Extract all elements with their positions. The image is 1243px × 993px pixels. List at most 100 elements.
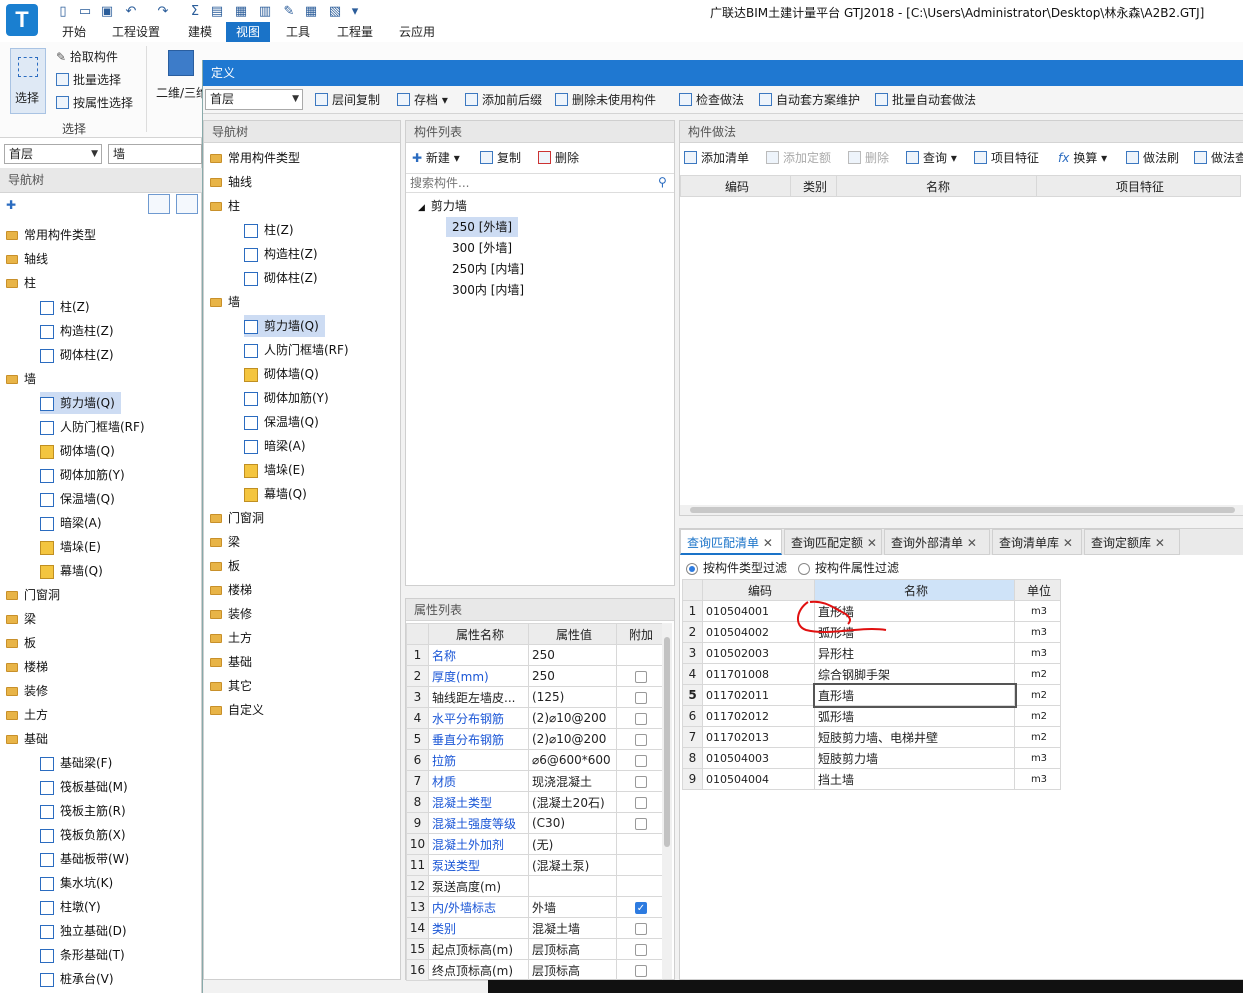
tree-folder[interactable]: 装修	[6, 680, 48, 702]
list-view-icon[interactable]	[148, 194, 170, 214]
undo-icon[interactable]: ↶	[122, 3, 140, 21]
tree-item[interactable]: 人防门框墙(RF)	[244, 339, 349, 361]
floor-select[interactable]: 首层 ▼	[4, 144, 102, 164]
component-item[interactable]: 250 [外墙]	[446, 217, 519, 237]
tree-folder[interactable]: 土方	[6, 704, 48, 726]
checkbox[interactable]	[635, 817, 647, 830]
tree-folder[interactable]: 基础	[210, 651, 252, 673]
checkbox[interactable]	[635, 670, 647, 683]
checkbox[interactable]	[635, 964, 647, 977]
property-row[interactable]: 6 拉筋 ⌀6@600*600	[406, 749, 663, 771]
property-value[interactable]: 外墙	[528, 896, 617, 918]
property-value[interactable]	[528, 875, 617, 897]
menu-view[interactable]: 视图	[226, 22, 270, 42]
check-method-button[interactable]: 检查做法	[679, 91, 744, 109]
checkbox[interactable]	[635, 922, 647, 935]
search-icon[interactable]: ⚲	[658, 175, 667, 189]
auto-scheme-button[interactable]: 自动套方案维护	[759, 91, 860, 109]
checkbox[interactable]	[635, 796, 647, 809]
property-value[interactable]: 现浇混凝土	[528, 770, 617, 792]
view-2d3d-button[interactable]: 二维/三维	[156, 84, 208, 101]
method-query-button[interactable]: 做法查	[1194, 149, 1243, 167]
tree-item[interactable]: 砌体加筋(Y)	[40, 464, 125, 486]
query-tab[interactable]: 查询外部清单 ✕	[884, 529, 990, 555]
calc-icon[interactable]: ▥	[256, 3, 274, 21]
tree-item[interactable]: 墙垛(E)	[244, 459, 305, 481]
add-icon[interactable]: ✚	[6, 198, 16, 212]
property-value[interactable]: (无)	[528, 833, 617, 855]
tree-item[interactable]: 基础梁(F)	[40, 752, 112, 774]
component-item[interactable]: 300内 [内墙]	[446, 280, 530, 300]
component-group[interactable]: ◢ 剪力墙	[418, 195, 467, 217]
tree-folder[interactable]: 门窗洞	[210, 507, 264, 529]
item-feature-button[interactable]: 项目特征	[974, 149, 1039, 167]
query-row[interactable]: 8 010504003 短肢剪力墙 m3	[682, 747, 1061, 769]
tree-item[interactable]: 筏板主筋(R)	[40, 800, 126, 822]
property-row[interactable]: 3 轴线距左墙皮... (125)	[406, 686, 663, 708]
property-value[interactable]: (2)⌀10@200	[528, 728, 617, 750]
property-row[interactable]: 7 材质 现浇混凝土	[406, 770, 663, 792]
property-value[interactable]: (125)	[528, 686, 617, 708]
delete-component-button[interactable]: 删除	[538, 149, 579, 167]
tree-item[interactable]: 人防门框墙(RF)	[40, 416, 145, 438]
property-value[interactable]: (混凝土泵)	[528, 854, 617, 876]
query-tab[interactable]: 查询匹配清单 ✕	[680, 529, 782, 555]
query-tab[interactable]: 查询清单库 ✕	[992, 529, 1082, 555]
tree-item[interactable]: 桩承台(V)	[40, 968, 114, 990]
close-icon[interactable]: ✕	[963, 536, 977, 550]
select-button[interactable]: 选择	[10, 48, 46, 114]
property-row[interactable]: 10 混凝土外加剂 (无)	[406, 833, 663, 855]
tree-folder[interactable]: 其它	[210, 675, 252, 697]
new-file-icon[interactable]: ▯	[54, 3, 72, 21]
checkbox[interactable]	[635, 775, 647, 788]
close-icon[interactable]: ✕	[1059, 536, 1073, 550]
tree-folder[interactable]: 轴线	[210, 171, 252, 193]
tree-item[interactable]: 幕墙(Q)	[40, 560, 103, 582]
property-row[interactable]: 14 类别 混凝土墙	[406, 917, 663, 939]
tree-item[interactable]: 集水坑(K)	[40, 872, 113, 894]
component-item[interactable]: 250内 [内墙]	[446, 259, 530, 279]
archive-button[interactable]: 存档 ▾	[397, 91, 448, 109]
menu-tools[interactable]: 工具	[278, 22, 318, 42]
add-prefix-suffix-button[interactable]: 添加前后缀	[465, 91, 542, 109]
report-icon[interactable]: ▦	[232, 3, 250, 21]
copy-component-button[interactable]: 复制	[480, 149, 521, 167]
tree-item[interactable]: 保温墙(Q)	[244, 411, 319, 433]
tree-item[interactable]: 砌体墙(Q)	[40, 440, 115, 462]
menu-project-settings[interactable]: 工程设置	[108, 22, 164, 42]
redo-icon[interactable]: ↷	[154, 3, 172, 21]
tree-folder[interactable]: 楼梯	[210, 579, 252, 601]
property-row[interactable]: 9 混凝土强度等级 (C30)	[406, 812, 663, 834]
type-select[interactable]: 墙	[108, 144, 202, 164]
tree-item[interactable]: 砌体墙(Q)	[244, 363, 319, 385]
tree-folder[interactable]: 梁	[210, 531, 240, 553]
tree-item[interactable]: 筏板基础(M)	[40, 776, 128, 798]
pen-icon[interactable]: ✎	[280, 3, 298, 21]
method-hscrollbar[interactable]	[680, 505, 1243, 515]
checkbox[interactable]	[635, 733, 647, 746]
tree-item[interactable]: 剪力墙(Q)	[40, 392, 121, 414]
close-icon[interactable]: ✕	[759, 536, 773, 550]
property-value[interactable]: 层顶标高	[528, 938, 617, 960]
filter-by-attr[interactable]: 按构件属性过滤	[798, 559, 899, 576]
filter-by-type[interactable]: 按构件类型过滤	[686, 559, 787, 576]
close-icon[interactable]: ✕	[863, 536, 877, 550]
tree-folder[interactable]: 墙	[6, 368, 36, 390]
tree-item[interactable]: 柱(Z)	[244, 219, 294, 241]
batch-auto-button[interactable]: 批量自动套做法	[875, 91, 976, 109]
tree-folder[interactable]: 基础	[6, 728, 48, 750]
tree-item[interactable]: 条形基础(T)	[40, 944, 125, 966]
select-by-attr-button[interactable]: 按属性选择	[56, 94, 133, 111]
tree-view-icon[interactable]	[176, 194, 198, 214]
property-row[interactable]: 4 水平分布钢筋 (2)⌀10@200	[406, 707, 663, 729]
tree-item[interactable]: 幕墙(Q)	[244, 483, 307, 505]
export-icon[interactable]: ▧	[326, 3, 344, 21]
property-row[interactable]: 5 垂直分布钢筋 (2)⌀10@200	[406, 728, 663, 750]
query-row[interactable]: 4 011701008 综合钢脚手架 m2	[682, 663, 1061, 685]
table-icon[interactable]: ▤	[208, 3, 226, 21]
tree-folder[interactable]: 土方	[210, 627, 252, 649]
query-row[interactable]: 5 011702011 直形墙 m2	[682, 682, 1061, 708]
tree-folder[interactable]: 板	[210, 555, 240, 577]
checkbox[interactable]: ✓	[635, 901, 647, 914]
tree-folder[interactable]: 门窗洞	[6, 584, 60, 606]
